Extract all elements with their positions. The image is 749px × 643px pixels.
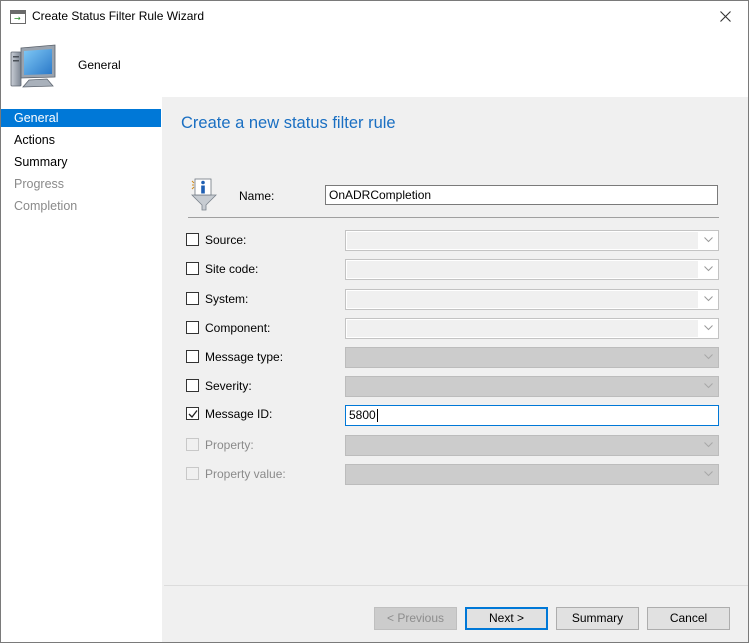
- source-combo[interactable]: [345, 230, 719, 251]
- sidebar-item-completion: Completion: [14, 199, 78, 213]
- system-combo-field[interactable]: [347, 291, 698, 308]
- property-value-label: Property value:: [205, 467, 286, 481]
- system-checkbox[interactable]: [186, 292, 199, 305]
- message-type-label: Message type:: [205, 350, 284, 364]
- wizard-header: General: [1, 32, 748, 97]
- cancel-button[interactable]: Cancel: [647, 607, 730, 630]
- message-id-value: 5800: [349, 408, 376, 422]
- site-code-checkbox[interactable]: [186, 262, 199, 275]
- source-label: Source:: [205, 233, 247, 247]
- chevron-down-icon: [704, 383, 713, 389]
- component-combo[interactable]: [345, 318, 719, 339]
- source-combo-field[interactable]: [347, 232, 698, 249]
- property-value-combo: [345, 464, 719, 485]
- severity-label: Severity:: [205, 379, 252, 393]
- chevron-down-icon: [704, 237, 713, 243]
- footer-divider: [164, 585, 748, 586]
- site-code-combo-field[interactable]: [347, 261, 698, 278]
- property-checkbox: [186, 438, 199, 451]
- separator: [188, 217, 719, 218]
- site-code-label: Site code:: [205, 262, 259, 276]
- site-code-combo[interactable]: [345, 259, 719, 280]
- message-id-field[interactable]: 5800: [345, 405, 719, 426]
- rule-name-field[interactable]: OnADRCompletion: [325, 185, 718, 205]
- component-label: Component:: [205, 321, 271, 335]
- close-icon: [719, 11, 731, 22]
- filter-info-icon: [191, 178, 217, 211]
- chevron-down-icon: [704, 354, 713, 360]
- next-button[interactable]: Next >: [465, 607, 548, 630]
- chevron-down-icon: [704, 296, 713, 302]
- wizard-sidebar: General Actions Summary Progress Complet…: [1, 97, 162, 642]
- sidebar-item-actions[interactable]: Actions: [1, 131, 161, 149]
- property-combo: [345, 435, 719, 456]
- close-button[interactable]: [702, 1, 748, 32]
- text-caret: [376, 409, 378, 423]
- property-value-checkbox: [186, 467, 199, 480]
- severity-combo: [345, 376, 719, 397]
- window-title: Create Status Filter Rule Wizard: [32, 9, 205, 23]
- message-type-checkbox[interactable]: [186, 350, 199, 363]
- severity-checkbox[interactable]: [186, 379, 199, 392]
- title-bar: → Create Status Filter Rule Wizard: [1, 1, 748, 32]
- previous-button[interactable]: < Previous: [374, 607, 457, 630]
- chevron-down-icon: [704, 325, 713, 331]
- system-label: System:: [205, 292, 249, 306]
- summary-button[interactable]: Summary: [556, 607, 639, 630]
- wizard-app-icon: →: [10, 10, 26, 24]
- sidebar-item-progress: Progress: [14, 177, 65, 191]
- component-combo-field[interactable]: [347, 320, 698, 337]
- wizard-window: → Create Status Filter Rule Wizard Gener…: [0, 0, 749, 643]
- component-checkbox[interactable]: [186, 321, 199, 334]
- sidebar-item-summary[interactable]: Summary: [1, 153, 161, 171]
- header-title: General: [78, 58, 121, 72]
- message-id-checkbox[interactable]: [186, 407, 199, 420]
- checkmark-icon: [188, 410, 198, 418]
- chevron-down-icon: [704, 471, 713, 477]
- sidebar-item-general[interactable]: General: [1, 109, 161, 127]
- computer-icon: [10, 44, 56, 88]
- chevron-down-icon: [704, 266, 713, 272]
- source-checkbox[interactable]: [186, 233, 199, 246]
- wizard-content: Create a new status filter rule Name: On…: [164, 97, 748, 642]
- property-label: Property:: [205, 438, 254, 452]
- message-type-combo: [345, 347, 719, 368]
- page-title: Create a new status filter rule: [181, 114, 396, 132]
- message-id-label: Message ID:: [205, 407, 273, 421]
- chevron-down-icon: [704, 442, 713, 448]
- name-label: Name:: [239, 189, 275, 203]
- system-combo[interactable]: [345, 289, 719, 310]
